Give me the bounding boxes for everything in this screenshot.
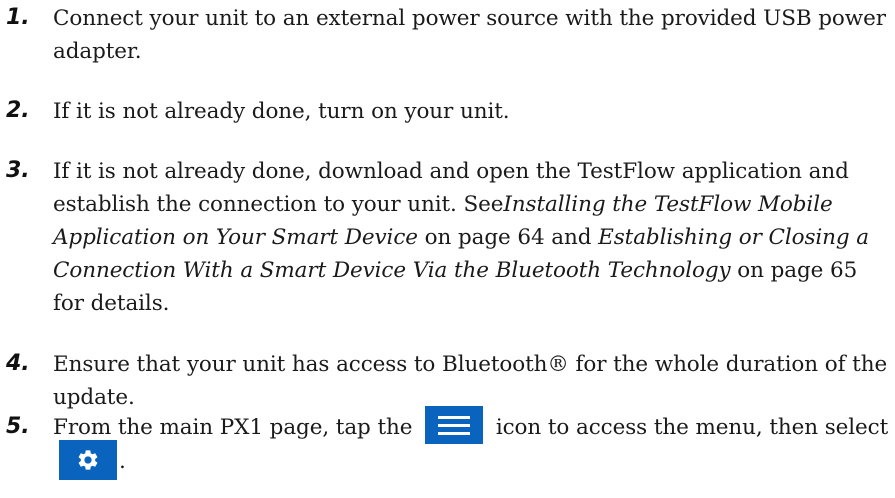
step-text-part: From the main PX1 page, tap the: [53, 415, 420, 440]
step-text-part: icon to access the menu, then select: [489, 415, 889, 440]
menu-icon: [425, 406, 484, 444]
step-text: Connect your unit to an external power s…: [53, 6, 886, 64]
step-number: 1.: [6, 5, 30, 30]
step-number: 5.: [6, 414, 30, 439]
procedure-steps: 1. Connect your unit to an external powe…: [0, 0, 895, 498]
gear-icon: [59, 440, 117, 480]
step-text: Ensure that your unit has access to Blue…: [53, 352, 888, 410]
step-text-part: .: [119, 449, 126, 474]
step-text-part: on page 64 and: [417, 225, 599, 250]
step-text: From the main PX1 page, tap the icon to …: [53, 406, 893, 480]
step-number: 4.: [6, 351, 30, 376]
step-text: If it is not already done, download and …: [53, 155, 893, 320]
step-text: If it is not already done, turn on your …: [53, 99, 510, 124]
step-number: 3.: [6, 158, 30, 183]
step-number: 2.: [6, 98, 30, 123]
